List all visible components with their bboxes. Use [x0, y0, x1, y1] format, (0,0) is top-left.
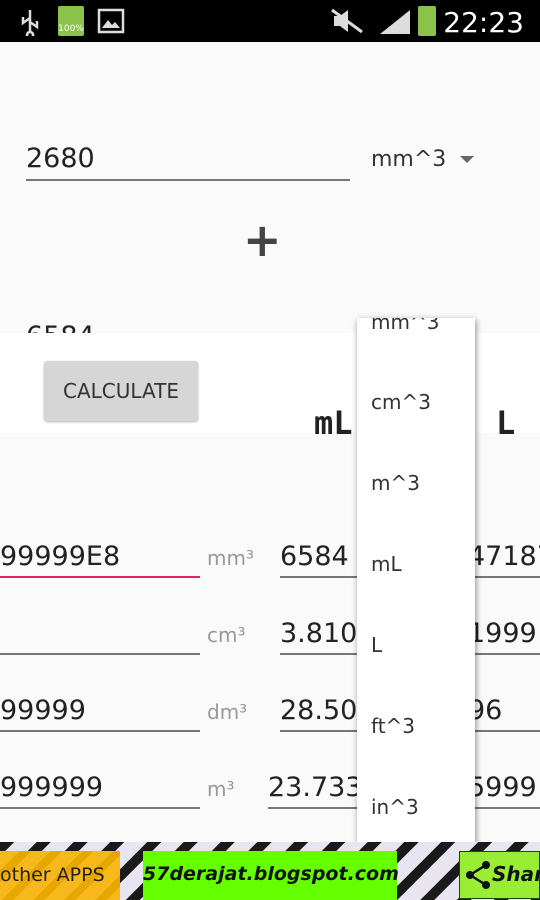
result-mid-field[interactable]: 6584	[280, 538, 358, 578]
dropdown-option[interactable]: L	[371, 633, 382, 657]
unit-label: dm³	[207, 700, 248, 724]
result-mid-field[interactable]: 23.733	[268, 769, 358, 809]
first-value-input[interactable]: 2680	[26, 139, 350, 181]
usb-icon	[21, 10, 39, 36]
first-unit-spinner[interactable]: mm^3	[371, 147, 446, 172]
other-apps-button[interactable]: other APPS	[0, 851, 120, 900]
result-left-field[interactable]: 99999	[0, 692, 200, 732]
dropdown-option[interactable]: ft^3	[371, 714, 415, 738]
calculate-button[interactable]: CALCULATE	[44, 361, 198, 421]
conversion-to-label: L	[496, 404, 516, 442]
dropdown-option[interactable]: mm^3	[371, 318, 439, 334]
unit-label: m³	[207, 777, 235, 801]
clock: 22:23	[443, 6, 524, 39]
result-mid-field[interactable]: 28.50	[280, 692, 358, 732]
result-left-field[interactable]	[0, 615, 200, 655]
share-button[interactable]: Share	[459, 851, 540, 899]
dropdown-option[interactable]: cm^3	[371, 390, 431, 414]
battery-percent: 100%	[58, 24, 84, 34]
result-left-field[interactable]: 999999	[0, 769, 200, 809]
dropdown-option[interactable]: m^3	[371, 471, 420, 495]
blog-link[interactable]: 57derajat.blogspot.com	[143, 851, 399, 900]
share-icon	[466, 861, 490, 889]
battery-icon	[418, 6, 436, 36]
signal-icon	[380, 10, 410, 34]
dropdown-option[interactable]: mL	[371, 552, 402, 576]
unit-dropdown-menu[interactable]: mm^3 cm^3 m^3 mL L ft^3 in^3	[357, 318, 475, 844]
result-right-field[interactable]: 1999	[468, 615, 540, 655]
image-icon	[97, 8, 125, 34]
result-right-field[interactable]: 47187	[468, 538, 540, 578]
unit-label: mm³	[207, 546, 254, 570]
result-left-field[interactable]: 99999E8	[0, 538, 200, 578]
conversion-from-label: mL	[314, 404, 353, 442]
battery-full-icon: 100%	[58, 6, 84, 36]
result-right-field[interactable]: 96	[468, 692, 540, 732]
status-bar: 100% 22:23	[0, 0, 540, 42]
result-right-field[interactable]: 5999	[468, 769, 540, 809]
share-label: Share	[492, 862, 540, 886]
dropdown-option[interactable]: in^3	[371, 795, 419, 819]
mute-icon	[331, 8, 363, 34]
chevron-down-icon[interactable]	[460, 156, 474, 163]
operator-plus[interactable]: +	[243, 217, 282, 263]
unit-label: cm³	[207, 623, 246, 647]
result-mid-field[interactable]: 3.810	[280, 615, 358, 655]
